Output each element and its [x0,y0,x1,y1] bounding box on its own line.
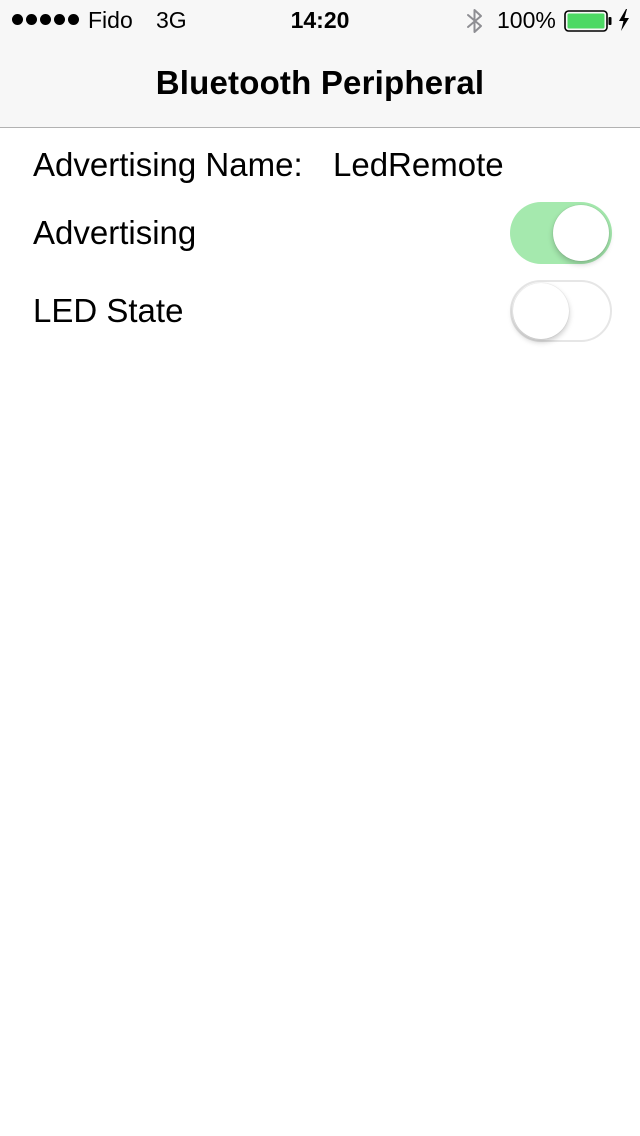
advertising-name-row: Advertising Name: LedRemote [33,146,613,184]
led-state-toggle-knob [513,283,569,339]
bluetooth-icon [467,9,482,33]
advertising-toggle[interactable] [510,202,612,264]
advertising-name-value: LedRemote [333,146,504,183]
charging-bolt-icon [619,9,629,31]
status-bar: Fido 3G 14:20 100% [0,0,640,40]
page-title: Bluetooth Peripheral [155,64,485,101]
screen: Fido 3G 14:20 100% Bluetooth Peripheral … [0,0,640,1136]
advertising-name-label: Advertising Name: [33,146,303,183]
led-state-toggle[interactable] [510,280,612,342]
battery-icon [564,10,612,32]
battery-percent: 100% [497,7,556,33]
top-bar: Fido 3G 14:20 100% Bluetooth Peripheral [0,0,640,128]
advertising-toggle-knob [553,205,609,261]
